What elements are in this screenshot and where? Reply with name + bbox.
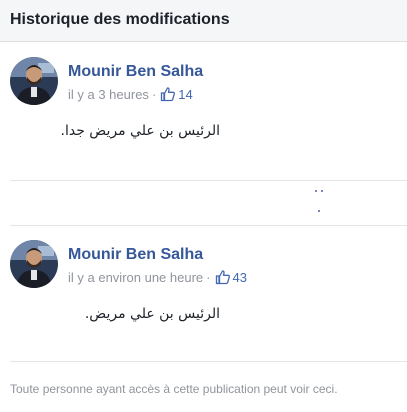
meta-separator: · bbox=[206, 269, 211, 285]
post-meta: il y a 3 heures · 14 bbox=[68, 86, 193, 102]
like-icon bbox=[215, 269, 231, 285]
post-text: الرئيس بن علي مريض. bbox=[84, 306, 220, 322]
timestamp[interactable]: il y a environ une heure bbox=[68, 270, 203, 285]
post-text: الرئيس بن علي مريض جدا. bbox=[60, 123, 220, 139]
author-link[interactable]: Mounir Ben Salha bbox=[68, 246, 203, 264]
like-count[interactable]: 14 bbox=[178, 87, 192, 102]
like-icon bbox=[160, 86, 176, 102]
more-options-icon[interactable] bbox=[315, 186, 335, 218]
dialog-header: Historique des modifications bbox=[0, 0, 407, 42]
edit-history-entry: Mounir Ben Salha il y a environ une heur… bbox=[0, 226, 407, 361]
avatar[interactable] bbox=[10, 57, 58, 105]
post-meta: il y a environ une heure · 43 bbox=[68, 269, 247, 285]
timestamp[interactable]: il y a 3 heures bbox=[68, 87, 149, 102]
like-count[interactable]: 43 bbox=[233, 270, 247, 285]
divider bbox=[10, 180, 407, 181]
divider bbox=[10, 361, 407, 362]
dialog-title: Historique des modifications bbox=[10, 11, 230, 28]
meta-separator: · bbox=[151, 86, 157, 102]
author-link[interactable]: Mounir Ben Salha bbox=[68, 63, 203, 81]
visibility-notice: Toute personne ayant accès à cette publi… bbox=[10, 382, 338, 396]
avatar[interactable] bbox=[10, 240, 58, 288]
edit-history-entry: Mounir Ben Salha il y a 3 heures · 14 ال… bbox=[0, 43, 407, 180]
